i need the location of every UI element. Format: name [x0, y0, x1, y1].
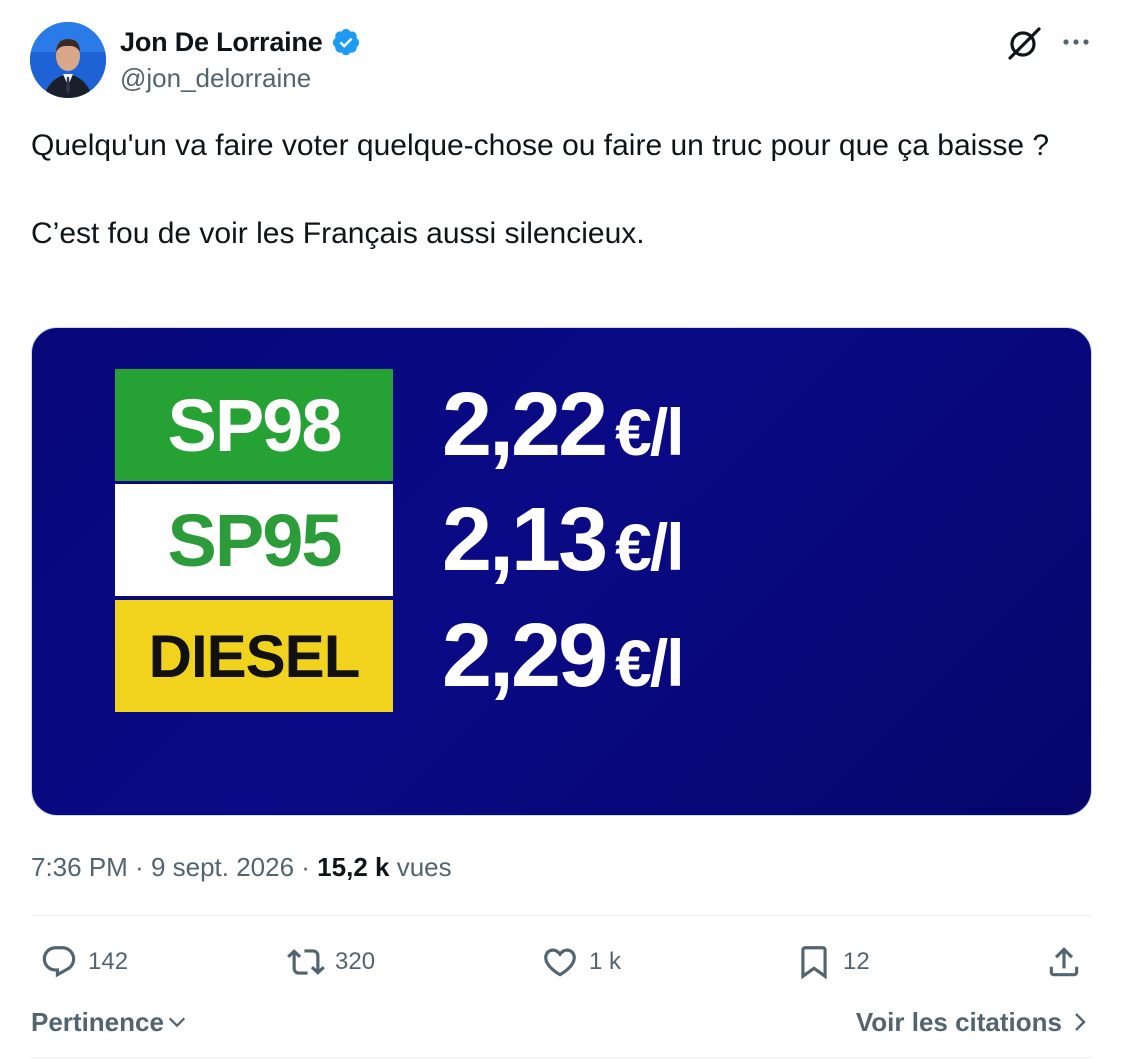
views-count: 15,2 k	[317, 851, 390, 882]
price-value: 2,22	[442, 375, 608, 475]
more-icon[interactable]	[1058, 30, 1094, 54]
fuel-label-sp95: SP95	[115, 484, 393, 596]
share-icon	[1049, 947, 1079, 977]
sort-label: Pertinence	[31, 1006, 164, 1037]
author-name-row[interactable]: Jon De Lorraine	[120, 24, 361, 60]
fuel-price-sp98: 2,22 €/l	[442, 369, 685, 481]
tweet-time[interactable]: 7:36 PM	[31, 852, 128, 883]
bookmark-button[interactable]: 12	[795, 940, 870, 984]
bookmark-count: 12	[843, 948, 870, 975]
grok-icon[interactable]	[1005, 24, 1043, 62]
chevron-down-icon	[168, 1017, 186, 1028]
tweet-paragraph: Quelqu'un va faire voter quelque-chose o…	[31, 129, 1050, 162]
divider	[31, 915, 1092, 916]
repost-button[interactable]: 320	[287, 940, 375, 984]
reply-count: 142	[88, 948, 129, 975]
like-icon	[544, 948, 576, 977]
price-unit: €/l	[615, 510, 684, 584]
quotes-label: Voir les citations	[855, 1006, 1062, 1037]
reply-button[interactable]: 142	[40, 940, 128, 984]
fuel-price-sp95: 2,13 €/l	[442, 484, 685, 596]
like-button[interactable]: 1 k	[541, 940, 621, 984]
repost-count: 320	[335, 948, 376, 975]
divider	[31, 1057, 1092, 1058]
sort-dropdown[interactable]: Pertinence	[31, 1003, 188, 1041]
price-value: 2,29	[442, 606, 608, 706]
views-label: vues	[389, 851, 452, 882]
fuel-price-diesel: 2,29 €/l	[442, 600, 685, 712]
chevron-right-icon	[1075, 1013, 1086, 1031]
meta-separator: ·	[294, 851, 318, 882]
meta-separator: ·	[127, 851, 151, 882]
tweet-paragraph: C’est fou de voir les Français aussi sil…	[31, 217, 645, 250]
repost-icon	[287, 949, 325, 975]
author-handle[interactable]: @jon_delorraine	[120, 63, 311, 94]
tweet-meta: 7:36 PM · 9 sept. 2026 · 15,2 k vues	[31, 848, 452, 886]
tweet-date[interactable]: 9 sept. 2026	[151, 852, 294, 883]
view-quotes-link[interactable]: Voir les citations	[856, 1003, 1090, 1041]
fuel-label-sp98: SP98	[115, 369, 393, 481]
share-button[interactable]	[1045, 940, 1083, 984]
price-unit: €/l	[615, 626, 684, 700]
bookmark-icon	[801, 946, 827, 980]
price-unit: €/l	[615, 395, 684, 469]
author-display-name[interactable]: Jon De Lorraine	[120, 27, 323, 58]
tweet-text: Quelqu'un va faire voter quelque-chose o…	[31, 124, 1091, 256]
media-image[interactable]: SP98 SP95 DIESEL 2,22 €/l 2,13 €/l 2,29 …	[31, 327, 1092, 816]
avatar[interactable]	[30, 22, 106, 98]
reply-icon	[42, 946, 76, 978]
avatar-image	[30, 22, 106, 98]
like-count: 1 k	[589, 948, 622, 975]
fuel-label-diesel: DIESEL	[115, 600, 393, 712]
verified-badge-icon	[332, 28, 359, 56]
price-value: 2,13	[442, 490, 608, 590]
